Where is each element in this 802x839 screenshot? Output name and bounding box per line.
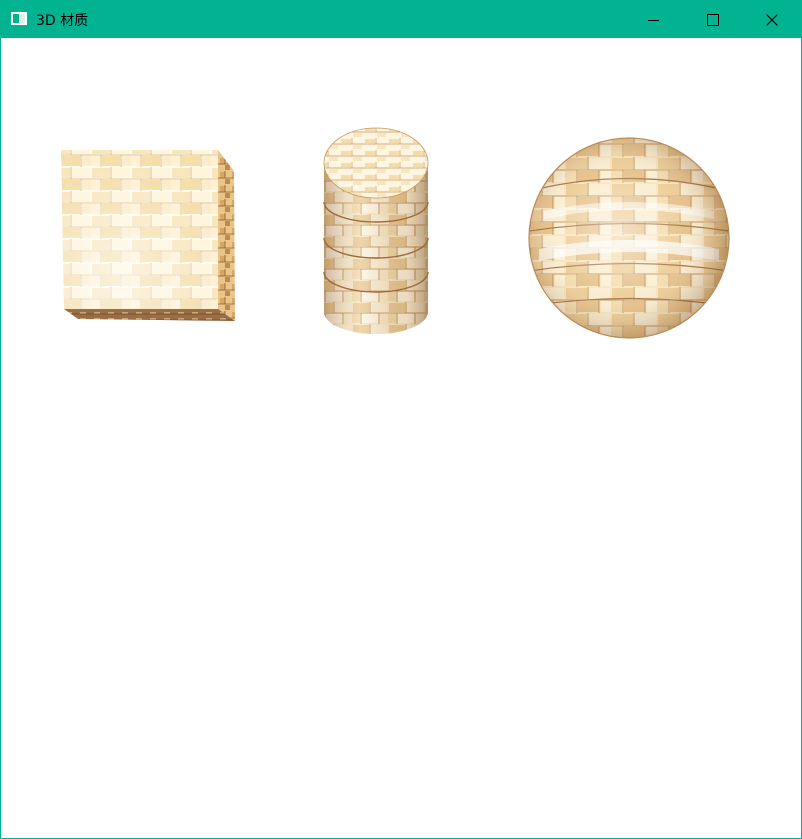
- close-icon: [766, 13, 778, 26]
- app-icon: [11, 12, 27, 25]
- app-window: 3D 材质: [0, 0, 802, 839]
- minimize-button[interactable]: [631, 1, 677, 38]
- maximize-button[interactable]: [690, 1, 736, 38]
- title-bar[interactable]: 3D 材质: [1, 1, 801, 38]
- textured-cylinder: [323, 127, 429, 334]
- textured-cube: [61, 150, 235, 321]
- textured-sphere: [528, 137, 730, 339]
- window-title: 3D 材质: [36, 13, 89, 29]
- maximize-icon: [707, 13, 719, 26]
- close-button[interactable]: [749, 1, 795, 38]
- minimize-icon: [648, 19, 659, 21]
- render-viewport[interactable]: [1, 38, 801, 838]
